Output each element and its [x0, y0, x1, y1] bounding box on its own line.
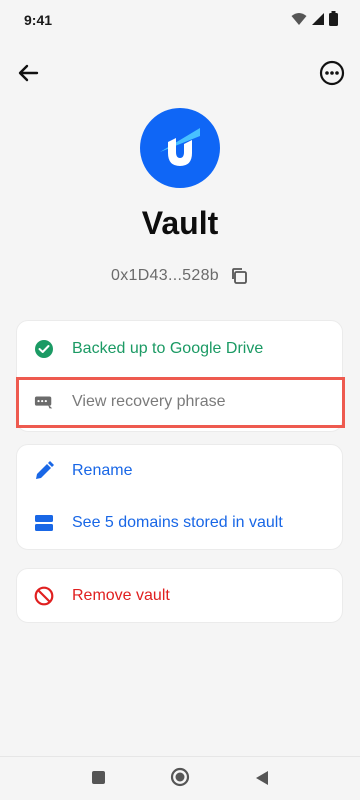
status-icons — [291, 11, 338, 29]
check-circle-icon — [34, 339, 54, 359]
highlight-box — [16, 377, 345, 428]
backed-up-row[interactable]: Backed up to Google Drive — [17, 327, 342, 371]
manage-card: Rename See 5 domains stored in vault — [16, 444, 343, 550]
battery-icon — [329, 11, 338, 29]
more-options-button[interactable] — [318, 60, 346, 91]
signal-icon — [311, 12, 325, 29]
danger-card: Remove vault — [16, 568, 343, 623]
arrow-left-icon — [17, 62, 39, 89]
wallet-address: 0x1D43...528b — [111, 267, 219, 284]
backed-up-label: Backed up to Google Drive — [72, 340, 264, 357]
wifi-icon — [291, 12, 307, 29]
remove-vault-row[interactable]: Remove vault — [17, 574, 342, 618]
status-bar: 9:41 — [0, 0, 360, 40]
back-triangle-icon[interactable] — [254, 769, 270, 787]
pencil-icon — [34, 461, 54, 481]
vault-title: Vault — [141, 205, 219, 241]
block-icon — [34, 586, 54, 606]
status-time: 9:41 — [24, 12, 53, 28]
recents-square-icon[interactable] — [92, 771, 105, 784]
more-horizontal-circle-icon — [319, 60, 345, 91]
domains-label: See 5 domains stored in vault — [72, 514, 283, 531]
home-circle-icon[interactable] — [170, 767, 190, 787]
address-row: 0x1D43...528b — [0, 264, 360, 288]
see-domains-row[interactable]: See 5 domains stored in vault — [17, 501, 342, 545]
back-button[interactable] — [14, 61, 42, 89]
remove-vault-label: Remove vault — [72, 587, 170, 604]
top-bar — [0, 55, 360, 95]
rename-label: Rename — [72, 462, 133, 479]
copy-icon[interactable] — [229, 266, 249, 286]
rename-row[interactable]: Rename — [17, 449, 342, 493]
storage-icon — [34, 513, 54, 533]
unstoppable-domains-logo — [140, 108, 220, 188]
system-nav-bar — [0, 756, 360, 800]
